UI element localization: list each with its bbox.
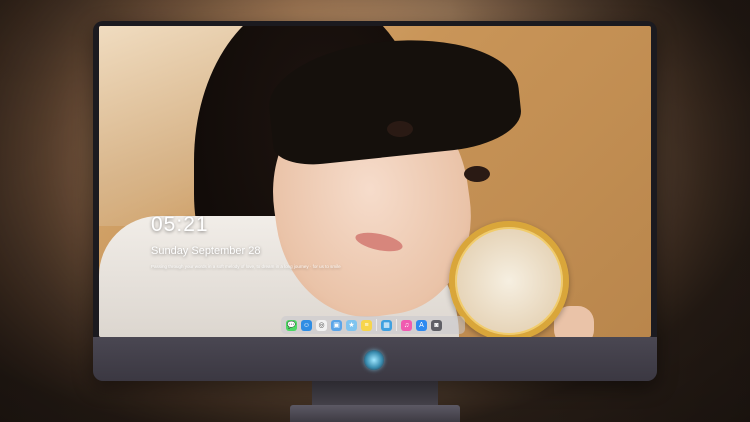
safari-icon[interactable]: ◎ — [316, 319, 327, 331]
screen: 05:21 Sunday September 28 Passing throug… — [99, 26, 651, 337]
notes-icon[interactable]: ≡ — [361, 319, 372, 331]
dock-separator — [376, 319, 377, 331]
clock-date: Sunday September 28 — [151, 245, 261, 257]
camera-icon[interactable]: ◙ — [431, 319, 442, 331]
dock: 💬 ☺ ◎ ▣ ★ ≡ ▦ ♫ A ◙ — [281, 316, 465, 334]
monitor-stand-base — [290, 405, 460, 422]
lockscreen-quote: Passing through your words in a soft mel… — [151, 264, 341, 269]
monitor-stand-neck — [312, 381, 438, 407]
brand-logo-icon — [364, 350, 384, 370]
music-icon[interactable]: ♫ — [401, 319, 412, 331]
clock-time: 05:21 — [151, 213, 209, 236]
wallpaper-eye-right — [464, 166, 490, 182]
photo-booth-icon[interactable]: ▦ — [381, 319, 392, 331]
app-store-icon[interactable]: A — [416, 319, 427, 331]
imovie-icon[interactable]: ★ — [346, 319, 357, 331]
messages-icon[interactable]: 💬 — [286, 319, 297, 331]
dock-separator — [396, 319, 397, 331]
magnifying-glass — [449, 221, 569, 337]
wallpaper-eye-left — [387, 121, 413, 137]
lockscreen-widget: 05:21 Sunday September 28 Passing throug… — [151, 213, 341, 270]
preview-icon[interactable]: ▣ — [331, 319, 342, 331]
finder-icon[interactable]: ☺ — [301, 319, 312, 331]
